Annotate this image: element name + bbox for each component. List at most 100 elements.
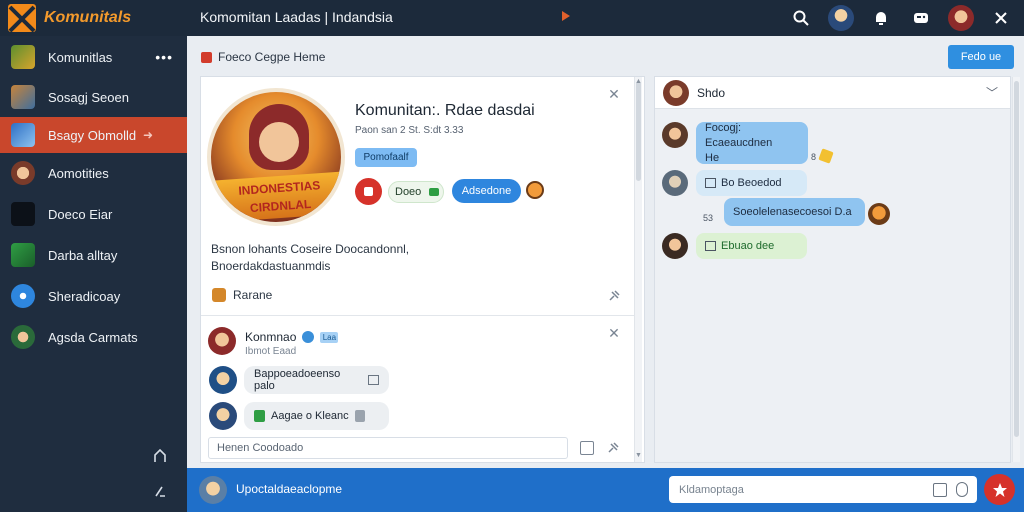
avatar[interactable] xyxy=(209,402,237,430)
sidebar-item-bsagy-obmolld[interactable]: Bsagy Obmolld ➜ xyxy=(0,117,187,153)
avatar[interactable] xyxy=(662,122,688,148)
chevron-down-icon[interactable]: ﹀ xyxy=(986,84,998,101)
sidebar-item-sheradicoay[interactable]: Sheradicoay xyxy=(0,278,187,314)
status-dot-icon xyxy=(429,188,440,196)
description-line: Bsnon lohants Coseire Doocandonnl, xyxy=(211,242,410,256)
sidebar-item-label: Doeco Eiar xyxy=(48,206,113,222)
game-icon xyxy=(11,325,35,349)
comment-text: Bappoeadoeenso palo xyxy=(254,368,341,392)
sidebar-item-sosagj-seoen[interactable]: Sosagj Seoen xyxy=(0,79,187,115)
chat-input[interactable]: Kldamoptaga xyxy=(669,476,977,503)
scroll-up-icon[interactable]: ▲ xyxy=(635,78,642,85)
globe-icon xyxy=(302,331,315,343)
title-bar: Komunitals Komomitan Laadas | Indandsia xyxy=(0,0,1024,36)
primary-action-button[interactable]: Fedo ue xyxy=(948,45,1014,69)
message-time: 8 xyxy=(811,152,817,162)
avatar[interactable] xyxy=(948,4,974,32)
game-description: Bsnon lohants Coseire Doocandonnl, Bnoer… xyxy=(211,241,621,275)
comment-input[interactable]: Henen Coodoado xyxy=(208,437,568,459)
more-icon[interactable]: ••• xyxy=(155,49,173,65)
sidebar-item-darba-alltay[interactable]: Darba alltay xyxy=(0,237,187,273)
message-time: 53 xyxy=(703,213,714,223)
sidebar-item-label: Darba alltay xyxy=(48,247,118,263)
sidebar-item-label: Aomotities xyxy=(48,165,109,181)
chat-header[interactable]: Shdo ﹀ xyxy=(655,77,1010,109)
game-cover-image: INDONESTIAS CIRDNLAL xyxy=(207,88,345,226)
emoji-icon[interactable] xyxy=(526,181,544,199)
game-icon xyxy=(11,123,35,147)
sidebar-item-label: Komunitlas xyxy=(48,49,113,65)
pin-icon[interactable] xyxy=(606,441,620,455)
author-name[interactable]: Konmnao xyxy=(245,330,296,344)
avatar[interactable] xyxy=(199,476,227,504)
message-text: Bo Beoedod xyxy=(721,177,782,189)
top-icons xyxy=(788,4,1014,32)
pin-icon[interactable] xyxy=(607,289,621,303)
sidebar-item-komunitlas[interactable]: Komunitlas ••• xyxy=(0,39,187,75)
divider xyxy=(201,315,634,316)
window-title: Komomitan Laadas | Indandsia xyxy=(200,9,393,25)
avatar[interactable] xyxy=(868,203,890,225)
sidebar-item-agsda-carmats[interactable]: Agsda Carmats xyxy=(0,319,187,355)
message-text: He xyxy=(705,151,720,164)
image-icon[interactable] xyxy=(580,441,594,455)
sidebar-item-label: Bsagy Obmolld xyxy=(48,127,137,143)
game-meta: Paon san 2 St. S:dt 3.33 xyxy=(355,125,464,136)
search-icon[interactable] xyxy=(788,4,814,32)
game-icon xyxy=(11,161,35,185)
send-button[interactable] xyxy=(984,474,1015,505)
scroll-down-icon[interactable]: ▼ xyxy=(635,452,642,459)
attachment-icon xyxy=(354,410,365,422)
sidebar-item-label: Sheradicoay xyxy=(48,288,121,304)
chat-message: Bo Beoedod xyxy=(696,170,807,196)
close-icon[interactable] xyxy=(988,4,1014,32)
game-icon xyxy=(11,85,35,109)
comment-message: Bappoeadoeenso palo xyxy=(244,366,389,394)
sidebar-item-aomotities[interactable]: Aomotities xyxy=(0,155,187,191)
scrollbar[interactable] xyxy=(634,77,642,462)
author-tag: Laa xyxy=(320,331,339,343)
page-icon xyxy=(201,51,212,63)
scrollbar[interactable] xyxy=(1012,77,1020,462)
game-icon xyxy=(11,202,35,226)
sidebar-item-doeco-eiar[interactable]: Doeco Eiar xyxy=(0,196,187,232)
comment-message: Aagae o Kleanc xyxy=(244,402,389,430)
comment-text: Aagae o Kleanc xyxy=(271,410,349,422)
footer-label[interactable]: Rarane xyxy=(233,288,272,302)
message-text: Soeolelenasecoesoi D.a xyxy=(733,206,852,218)
user-status-label[interactable]: Upoctaldaeaclopme xyxy=(236,482,342,496)
message-text: Ebuao dee xyxy=(721,240,775,252)
avatar[interactable] xyxy=(208,327,236,355)
notification-bell-icon[interactable] xyxy=(868,4,894,32)
category-icon xyxy=(212,288,226,302)
comment-time: Ibmot Eaad xyxy=(245,346,297,357)
pill-label: Doeo xyxy=(395,186,422,198)
stop-button[interactable] xyxy=(355,178,382,205)
chat-message: Soeolelenasecoesoi D.a xyxy=(724,198,865,226)
brand-name: Komunitals xyxy=(44,9,132,26)
avatar[interactable] xyxy=(662,170,688,196)
attach-icon[interactable] xyxy=(956,482,968,497)
image-icon[interactable] xyxy=(933,483,947,497)
game-icon xyxy=(11,243,35,267)
game-title: Komunitan:. Rdae dasdai xyxy=(355,102,535,119)
message-text: Focogj: Ecaeaucdnen xyxy=(705,121,773,149)
game-footer: Rarane xyxy=(212,288,272,302)
home-icon[interactable] xyxy=(152,448,168,464)
avatar[interactable] xyxy=(209,366,237,394)
join-button[interactable]: Adsedone xyxy=(452,179,521,203)
status-pill[interactable]: Doeo xyxy=(388,181,444,203)
avatar[interactable] xyxy=(663,80,689,106)
avatar[interactable] xyxy=(828,4,854,32)
close-icon[interactable]: ✕ xyxy=(607,326,621,340)
status-badge: Pomofaalf xyxy=(355,148,417,167)
breadcrumb-text[interactable]: Foeco Cegpe Heme xyxy=(218,50,325,64)
brand[interactable]: Komunitals xyxy=(8,4,131,32)
avatar[interactable] xyxy=(662,233,688,259)
breadcrumb: Foeco Cegpe Heme xyxy=(201,50,325,64)
gamepad-icon[interactable] xyxy=(908,4,934,32)
settings-icon[interactable] xyxy=(152,483,168,499)
image-icon xyxy=(705,178,716,188)
close-icon[interactable]: ✕ xyxy=(607,87,621,101)
description-line: Bnoerdakdastuanmdis xyxy=(211,259,331,273)
